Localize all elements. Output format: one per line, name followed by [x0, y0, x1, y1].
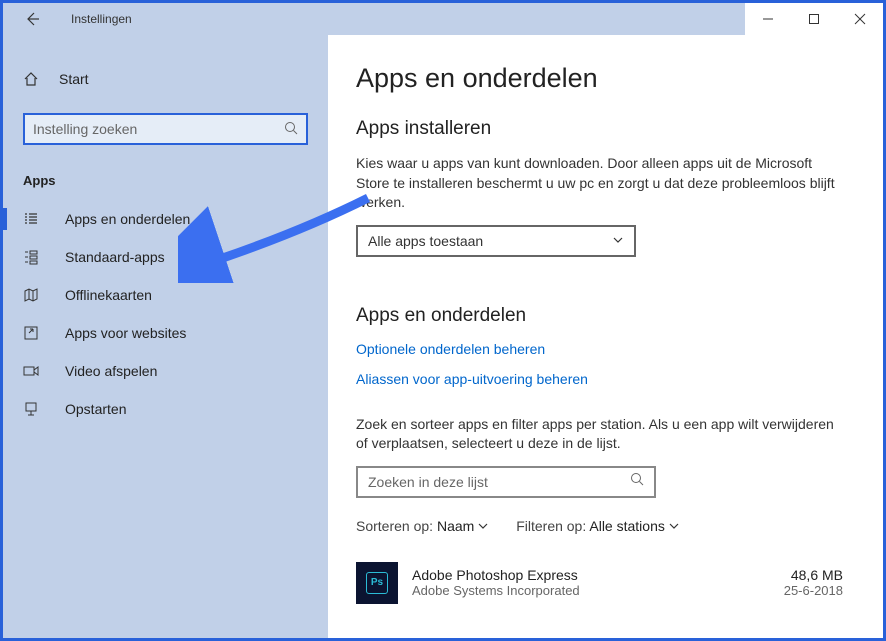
main-content: Apps en onderdelen Apps installeren Kies…	[328, 35, 883, 638]
settings-search[interactable]	[23, 113, 308, 145]
link-app-aliases[interactable]: Aliassen voor app-uitvoering beheren	[356, 371, 588, 387]
install-body-text: Kies waar u apps van kunt downloaden. Do…	[356, 154, 843, 213]
sort-label: Sorteren op:	[356, 518, 433, 534]
list-icon	[23, 211, 47, 227]
sidebar-item-label: Opstarten	[65, 401, 126, 417]
sidebar-item-video-playback[interactable]: Video afspelen	[3, 352, 328, 390]
filter-control[interactable]: Filteren op: Alle stations	[516, 518, 679, 534]
sidebar-item-startup[interactable]: Opstarten	[3, 390, 328, 428]
chevron-down-icon	[478, 521, 488, 531]
chevron-down-icon	[669, 521, 679, 531]
window-title: Instellingen	[71, 12, 132, 26]
settings-search-input[interactable]	[33, 121, 278, 137]
app-icon: Ps	[356, 562, 398, 604]
maximize-button[interactable]	[791, 3, 837, 35]
titlebar: Instellingen	[3, 3, 883, 35]
filter-value: Alle stations	[589, 518, 664, 534]
apps-search[interactable]	[356, 466, 656, 498]
open-icon	[23, 325, 47, 341]
video-icon	[23, 363, 47, 379]
sort-value: Naam	[437, 518, 474, 534]
sidebar-section-title: Apps	[3, 173, 328, 200]
app-name: Adobe Photoshop Express	[412, 567, 784, 583]
sidebar-item-apps-websites[interactable]: Apps voor websites	[3, 314, 328, 352]
filter-label: Filteren op:	[516, 518, 586, 534]
sidebar-item-label: Apps en onderdelen	[65, 211, 190, 227]
back-button[interactable]	[18, 5, 46, 33]
close-button[interactable]	[837, 3, 883, 35]
app-publisher: Adobe Systems Incorporated	[412, 583, 784, 598]
sidebar-item-label: Video afspelen	[65, 363, 157, 379]
minimize-button[interactable]	[745, 3, 791, 35]
chevron-down-icon	[612, 233, 624, 249]
sidebar-item-default-apps[interactable]: Standaard-apps	[3, 238, 328, 276]
sidebar-item-label: Offlinekaarten	[65, 287, 152, 303]
sidebar-item-label: Standaard-apps	[65, 249, 165, 265]
app-size: 48,6 MB	[784, 567, 843, 583]
app-date: 25-6-2018	[784, 583, 843, 598]
window-controls	[745, 3, 883, 35]
apps-search-input[interactable]	[368, 474, 630, 490]
sidebar-item-offline-maps[interactable]: Offlinekaarten	[3, 276, 328, 314]
sidebar: Start Apps Apps en onderdelen Standaard-…	[3, 35, 328, 638]
link-optional-features[interactable]: Optionele onderdelen beheren	[356, 341, 545, 357]
defaults-icon	[23, 249, 47, 265]
startup-icon	[23, 401, 47, 417]
page-title: Apps en onderdelen	[356, 63, 843, 94]
install-section-heading: Apps installeren	[356, 118, 843, 140]
install-source-dropdown[interactable]: Alle apps toestaan	[356, 225, 636, 257]
search-icon	[284, 121, 298, 138]
sidebar-item-label: Apps voor websites	[65, 325, 186, 341]
dropdown-value: Alle apps toestaan	[368, 233, 483, 249]
home-icon	[23, 71, 47, 87]
search-icon	[630, 472, 644, 491]
apps-section-heading: Apps en onderdelen	[356, 305, 843, 327]
sort-control[interactable]: Sorteren op: Naam	[356, 518, 488, 534]
apps-body-text: Zoek en sorteer apps en filter apps per …	[356, 415, 843, 454]
sort-filter-row: Sorteren op: Naam Filteren op: Alle stat…	[356, 518, 843, 534]
sidebar-home-label: Start	[59, 71, 89, 87]
sidebar-item-apps-features[interactable]: Apps en onderdelen	[3, 200, 328, 238]
sidebar-home[interactable]: Start	[3, 63, 328, 95]
app-list-item[interactable]: Ps Adobe Photoshop Express Adobe Systems…	[356, 562, 843, 604]
map-icon	[23, 287, 47, 303]
